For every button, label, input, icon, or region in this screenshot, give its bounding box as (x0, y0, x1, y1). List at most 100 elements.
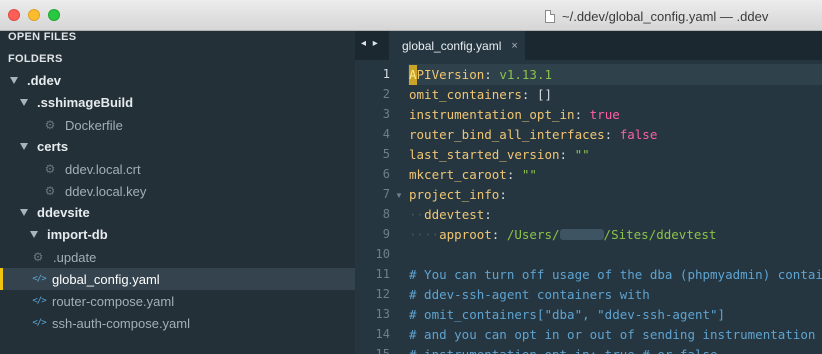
yaml-key: PIVersion (416, 67, 485, 82)
line-number: 1 (382, 67, 390, 81)
zoom-window-button[interactable] (48, 9, 60, 21)
minimize-window-button[interactable] (28, 9, 40, 21)
code-line: ····approot: /Users/ /Sites/ddevtest (409, 225, 716, 245)
expanded-arrow-icon (30, 230, 38, 238)
tab-global-config[interactable]: global_config.yaml × (389, 31, 525, 60)
folder-label: import-db (47, 226, 108, 242)
yaml-key: instrumentation_opt_in (409, 107, 575, 122)
yaml-colon: : (506, 167, 522, 182)
document-icon (545, 9, 555, 23)
tree-file-router-compose[interactable]: </> router-compose.yaml (0, 290, 355, 312)
code-line: project_info: (409, 185, 507, 205)
tab-navigation-arrows[interactable]: ◂ ▸ (361, 38, 380, 49)
yaml-string: /Sites/ddevtest (603, 227, 717, 242)
tree-folder-ddevsite[interactable]: ddevsite (0, 201, 355, 223)
code-comment: # ddev-ssh-agent containers with (409, 287, 650, 302)
folder-label: .ddev (27, 72, 61, 88)
title-bar: ~/.ddev/global_config.yaml — .ddev (0, 0, 822, 31)
yaml-value: [] (536, 87, 553, 102)
gear-icon: ⚙ (44, 184, 56, 198)
gear-icon: ⚙ (44, 162, 56, 176)
folder-label: certs (37, 138, 69, 154)
open-files-header: OPEN FILES (8, 31, 77, 43)
yaml-colon: : (574, 107, 590, 122)
code-line: mkcert_caroot: "" (409, 165, 537, 185)
tree-file-dockerfile[interactable]: ⚙ Dockerfile (0, 114, 355, 136)
file-label: .update (53, 249, 97, 265)
line-number: 7 (382, 187, 390, 201)
yaml-boolean: true (589, 107, 620, 122)
code-line: omit_containers: [] (409, 85, 552, 105)
line-number: 13 (375, 307, 390, 321)
yaml-colon: : (484, 67, 500, 82)
file-label: ddev.local.key (65, 183, 147, 199)
indent-guide: ···· (409, 227, 440, 242)
line-number: 12 (375, 287, 390, 301)
code-line: APIVersion: v1.13.1 (409, 65, 552, 85)
yaml-key: project_info (409, 187, 500, 202)
line-number: 4 (382, 127, 390, 141)
yaml-key: omit_containers (409, 87, 522, 102)
code-comment: # and you can opt in or out of sending i… (409, 327, 822, 342)
tab-label: global_config.yaml (402, 38, 502, 53)
file-label: router-compose.yaml (52, 293, 175, 309)
file-label: Dockerfile (65, 117, 123, 133)
tree-file-update[interactable]: ⚙ .update (0, 246, 355, 268)
line-number: 6 (382, 167, 390, 181)
yaml-key: router_bind_all_interfaces (409, 127, 605, 142)
close-window-button[interactable] (8, 9, 20, 21)
yaml-key: mkcert_caroot (409, 167, 507, 182)
tree-file-ddev-local-key[interactable]: ⚙ ddev.local.key (0, 180, 355, 202)
editor-pane: ◂ ▸ global_config.yaml × 1 2 3 4 5 6 7 ▼… (355, 31, 822, 354)
file-label: ssh-auth-compose.yaml (52, 315, 190, 331)
line-number: 14 (375, 327, 390, 341)
line-number: 2 (382, 87, 390, 101)
fold-arrow-icon[interactable]: ▼ (395, 191, 403, 200)
yaml-colon: : (484, 207, 492, 222)
code-area[interactable]: APIVersion: v1.13.1 omit_containers: [] … (409, 60, 822, 354)
line-number: 9 (382, 227, 390, 241)
yaml-string: "" (574, 147, 590, 162)
code-line: instrumentation_opt_in: true (409, 105, 620, 125)
yaml-colon: : (491, 227, 507, 242)
line-number-gutter: 1 2 3 4 5 6 7 ▼ 8 9 10 11 12 13 14 15 (355, 60, 408, 354)
folder-label: .sshimageBuild (37, 94, 134, 110)
tab-bar: ◂ ▸ global_config.yaml × (355, 31, 822, 60)
tree-folder-sshimagebuild[interactable]: .sshimageBuild (0, 91, 355, 113)
tree-folder-import-db[interactable]: import-db (0, 223, 355, 245)
tree-file-ddev-local-crt[interactable]: ⚙ ddev.local.crt (0, 158, 355, 180)
folder-label: ddevsite (37, 204, 90, 220)
yaml-string: "" (521, 167, 537, 182)
expanded-arrow-icon (10, 76, 18, 84)
line-number: 15 (375, 347, 390, 354)
tree-folder-certs[interactable]: certs (0, 135, 355, 157)
yaml-string: v1.13.1 (499, 67, 553, 82)
code-file-icon: </> (32, 296, 46, 306)
window-title: ~/.ddev/global_config.yaml — .ddev (562, 8, 769, 24)
yaml-colon: : (559, 147, 575, 162)
code-file-icon: </> (32, 274, 46, 284)
tree-file-ssh-auth-compose[interactable]: </> ssh-auth-compose.yaml (0, 312, 355, 334)
code-file-icon: </> (32, 318, 46, 328)
file-label: ddev.local.crt (65, 161, 141, 177)
expanded-arrow-icon (20, 98, 28, 106)
gear-icon: ⚙ (44, 118, 56, 132)
tree-folder-ddev[interactable]: .ddev (0, 69, 355, 91)
gear-icon: ⚙ (32, 250, 44, 264)
code-comment: # omit_containers["dba", "ddev-ssh-agent… (409, 307, 726, 322)
tree-file-global-config[interactable]: </> global_config.yaml (0, 268, 355, 290)
code-line: ··ddevtest: (409, 205, 492, 225)
text-cursor: A (409, 65, 417, 85)
code-comment: # instrumentation_opt_in: true # or fals… (409, 345, 718, 354)
yaml-string: /Users/ (506, 227, 560, 242)
code-line: last_started_version: "" (409, 145, 590, 165)
yaml-key: ddevtest (424, 207, 485, 222)
line-number: 5 (382, 147, 390, 161)
indent-guide: ·· (409, 207, 425, 222)
yaml-key: last_started_version (409, 147, 560, 162)
yaml-colon: : (499, 187, 507, 202)
file-label: global_config.yaml (52, 271, 160, 287)
code-line: router_bind_all_interfaces: false (409, 125, 657, 145)
yaml-boolean: false (619, 127, 658, 142)
close-tab-icon[interactable]: × (511, 40, 517, 52)
